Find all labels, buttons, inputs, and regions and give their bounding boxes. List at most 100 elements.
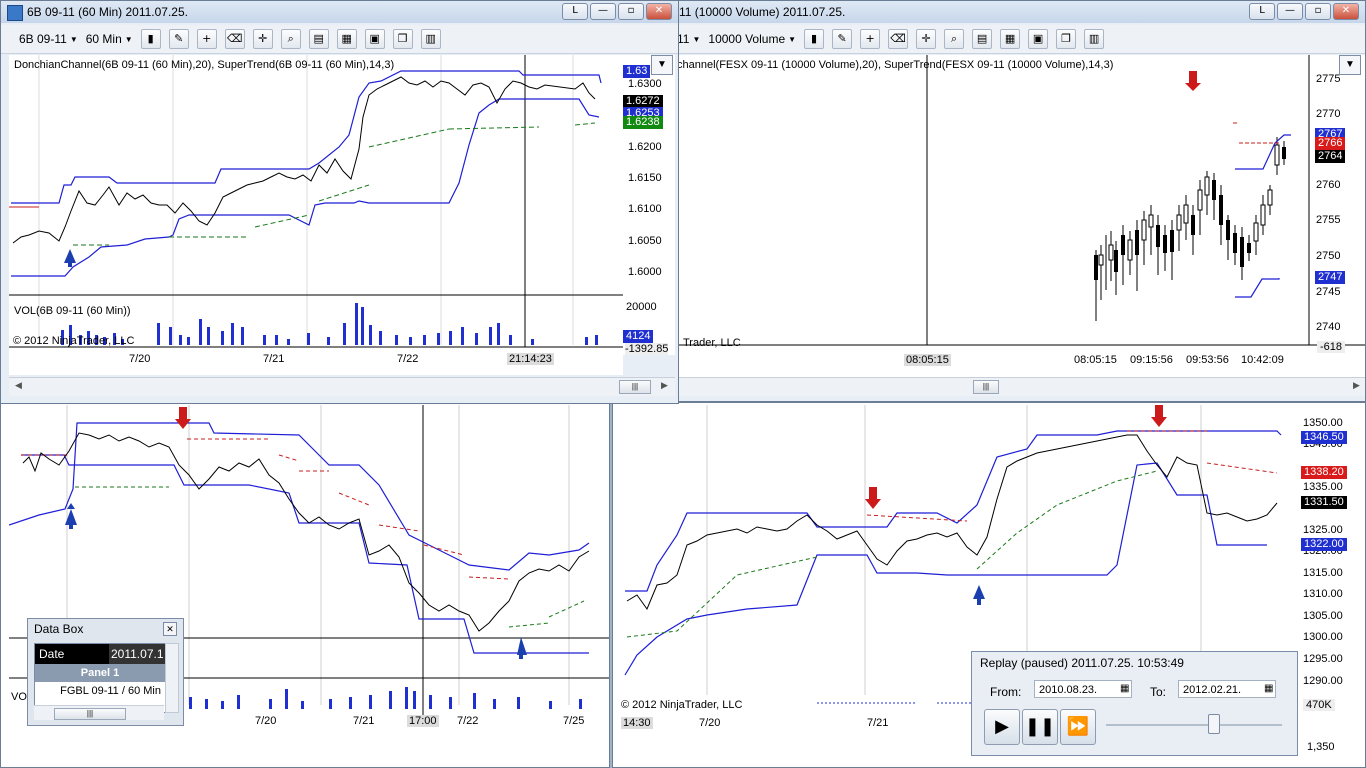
data-series-icon[interactable]: ▥ (1084, 29, 1105, 49)
price-tick: 2760 (1316, 179, 1341, 191)
close-button[interactable]: ✕ (646, 3, 672, 20)
price-box-supertrend: 1338.20 (1301, 466, 1347, 479)
scroll-thumb[interactable]: ||| (973, 380, 999, 394)
panel-menu-button[interactable]: ▼ (651, 55, 673, 75)
price-tick: 2745 (1316, 286, 1341, 298)
close-button[interactable]: ✕ (1333, 3, 1359, 20)
price-tick: 1.6200 (628, 141, 662, 153)
minimize-button[interactable]: — (590, 3, 616, 20)
price-tick: 1350.00 (1303, 417, 1343, 429)
scroll-right-arrow[interactable]: ▶ (661, 380, 668, 391)
time-tick: 08:05:15 (1074, 354, 1117, 366)
time-tick: 7/21 (353, 715, 375, 727)
copyright-label: © 2012 NinjaTrader, LLC (621, 699, 743, 711)
chart-window-fesx: 11 (10000 Volume) 2011.07.25. L — ▫ ✕ 11… (610, 0, 1366, 402)
maximize-button[interactable]: ▫ (1305, 3, 1331, 20)
zoom-in-icon[interactable]: + (196, 29, 217, 49)
chevron-down-icon: ▼ (69, 34, 78, 44)
magnifier-icon[interactable]: ⌕ (280, 29, 301, 49)
to-date-field[interactable]: 2012.02.21. (1178, 680, 1276, 698)
fast-forward-button[interactable]: ⏩ (1060, 709, 1096, 745)
scroll-thumb[interactable]: ||| (54, 708, 126, 720)
window-titlebar[interactable]: 11 (10000 Volume) 2011.07.25. L — ▫ ✕ (611, 1, 1365, 23)
window-title: 6B 09-11 (60 Min) 2011.07.25. (27, 5, 188, 19)
sell-arrow-marker (1185, 71, 1201, 91)
chart-properties-icon[interactable]: ▣ (1028, 29, 1049, 49)
price-tick: 1290.00 (1303, 675, 1343, 687)
indicators-icon[interactable]: ▤ (308, 29, 329, 49)
data-series-icon[interactable]: ▥ (420, 29, 441, 49)
price-tick: 1305.00 (1303, 610, 1343, 622)
price-panel[interactable]: DonchianChannel(6B 09-11 (60 Min),20), S… (9, 55, 623, 375)
price-axis[interactable]: 1350.00 1345.00 1335.00 1325.00 1320.00 … (1301, 405, 1365, 753)
time-axis[interactable]: 7/20 7/21 7/22 21:14:23 (9, 351, 623, 371)
play-button[interactable]: ▶ (984, 709, 1020, 745)
pencil-icon[interactable]: ✎ (832, 29, 853, 49)
strategies-icon[interactable]: ▦ (336, 29, 357, 49)
bar-type-icon[interactable]: ▮ (804, 29, 825, 49)
magnifier-icon[interactable]: ⌕ (944, 29, 965, 49)
bar-type-icon[interactable]: ▮ (140, 29, 161, 49)
eraser-icon[interactable]: ⌫ (224, 29, 245, 49)
indicators-icon[interactable]: ▤ (972, 29, 993, 49)
chart-canvas-6b (9, 55, 623, 348)
horizontal-scrollbar[interactable]: ||| ▶ (611, 377, 1365, 396)
interval-selector[interactable]: 60 Min ▼ (86, 32, 133, 46)
slider-thumb[interactable] (1208, 714, 1220, 734)
scroll-right-arrow[interactable]: ▶ (1353, 380, 1360, 391)
chart-properties-icon[interactable]: ▣ (364, 29, 385, 49)
time-tick: 10:42:09 (1241, 354, 1284, 366)
price-axis[interactable]: 1.6300 1.6200 1.6150 1.6100 1.6050 1.600… (623, 55, 675, 355)
to-label: To: (1150, 685, 1167, 699)
price-tick: 1295.00 (1303, 653, 1343, 665)
copyright-label: © 2012 NinjaTrader, LLC (13, 335, 135, 347)
price-tick: 1.6300 (628, 78, 662, 90)
instrument-selector[interactable]: 6B 09-11 ▼ (19, 32, 78, 46)
maximize-button[interactable]: ▫ (618, 3, 644, 20)
vol-tick: 20000 (626, 301, 657, 313)
from-date-field[interactable]: 2010.08.23. (1034, 680, 1132, 698)
link-button[interactable]: L (1249, 3, 1275, 20)
crosshair-icon[interactable]: ✛ (252, 29, 273, 49)
price-box-high: 1.63 (623, 65, 651, 78)
indicator-label: channel(FESX 09-11 (10000 Volume),20), S… (677, 59, 1114, 71)
copy-icon[interactable]: ❐ (1056, 29, 1077, 49)
link-button[interactable]: L (562, 3, 588, 20)
strategies-icon[interactable]: ▦ (1000, 29, 1021, 49)
minimize-button[interactable]: — (1277, 3, 1303, 20)
data-box-titlebar[interactable]: Data Box ✕ (28, 619, 183, 639)
time-tick: 7/20 (255, 715, 277, 727)
chart-canvas-fesx (611, 55, 1365, 346)
copy-icon[interactable]: ❐ (392, 29, 413, 49)
price-panel[interactable]: channel(FESX 09-11 (10000 Volume),20), S… (611, 55, 1365, 381)
horizontal-scrollbar[interactable]: ◀ ||| ▶ (9, 377, 675, 396)
scroll-thumb[interactable]: ||| (619, 380, 651, 394)
vertical-scrollbar[interactable] (165, 643, 179, 713)
price-axis[interactable]: 2775 2770 2760 2755 2750 2745 2740 2767 … (1311, 55, 1365, 353)
instrument-selector[interactable]: 11 ▼ (677, 32, 700, 46)
chart-window-6b: 6B 09-11 (60 Min) 2011.07.25. L — ▫ ✕ 6B… (0, 0, 679, 404)
time-axis[interactable]: 08:05:15 08:05:15 09:15:56 09:53:56 10:4… (611, 351, 1311, 371)
panel-menu-button[interactable]: ▼ (1339, 55, 1361, 75)
indicator-label: DonchianChannel(6B 09-11 (60 Min),20), S… (14, 59, 395, 71)
zoom-in-icon[interactable]: + (860, 29, 881, 49)
interval-label: 10000 Volume (708, 32, 786, 46)
interval-selector[interactable]: 10000 Volume ▼ (708, 32, 796, 46)
close-icon[interactable]: ✕ (163, 622, 177, 636)
eraser-icon[interactable]: ⌫ (888, 29, 909, 49)
calendar-icon[interactable]: ▦ (1120, 683, 1129, 694)
window-titlebar[interactable]: 6B 09-11 (60 Min) 2011.07.25. L — ▫ ✕ (1, 1, 678, 23)
pause-button[interactable]: ❚❚ (1022, 709, 1058, 745)
horizontal-scrollbar[interactable]: ||| (34, 705, 164, 720)
time-tick: 7/21 (263, 353, 285, 365)
crosshair-time: 17:00 (407, 715, 439, 727)
vol-box: 4124 (623, 330, 654, 343)
scroll-left-arrow[interactable]: ◀ (15, 380, 22, 391)
pencil-icon[interactable]: ✎ (168, 29, 189, 49)
calendar-icon[interactable]: ▦ (1264, 683, 1273, 694)
vol-axis-value: 470K (1303, 699, 1335, 711)
crosshair-icon[interactable]: ✛ (916, 29, 937, 49)
replay-speed-slider[interactable] (1106, 724, 1282, 726)
data-box-row-value: 2011.07.1 (109, 644, 166, 664)
time-tick: 09:15:56 (1130, 354, 1173, 366)
